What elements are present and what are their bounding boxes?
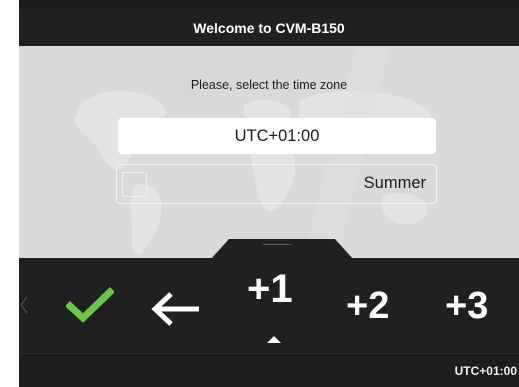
chevron-left-icon[interactable] <box>19 293 31 317</box>
timezone-panel: Please, select the time zone UTC+01:00 S… <box>19 46 519 258</box>
arrow-left-icon[interactable] <box>149 290 201 328</box>
summer-checkbox[interactable] <box>122 172 147 197</box>
status-timezone: UTC+01:00 <box>454 364 517 378</box>
pull-tab-grip <box>263 244 292 245</box>
summer-toggle-row[interactable]: Summer <box>116 164 437 204</box>
summer-label: Summer <box>363 174 426 192</box>
offset-option-plus-1[interactable]: +1 <box>247 269 293 309</box>
caret-up-icon <box>267 336 281 343</box>
timezone-display: UTC+01:00 <box>118 118 436 154</box>
timezone-prompt: Please, select the time zone <box>190 78 348 92</box>
offset-option-plus-3[interactable]: +3 <box>445 287 488 325</box>
device-screen: Welcome to CVM-B150 Please, select the t… <box>19 0 519 387</box>
page-title: Welcome to CVM-B150 <box>193 19 345 36</box>
offset-option-plus-2[interactable]: +2 <box>346 287 389 325</box>
checkmark-icon[interactable] <box>66 287 114 323</box>
panel-pull-tab[interactable] <box>211 239 353 259</box>
title-bar: Welcome to CVM-B150 <box>19 9 519 46</box>
status-bar: UTC+01:00 <box>19 354 519 387</box>
